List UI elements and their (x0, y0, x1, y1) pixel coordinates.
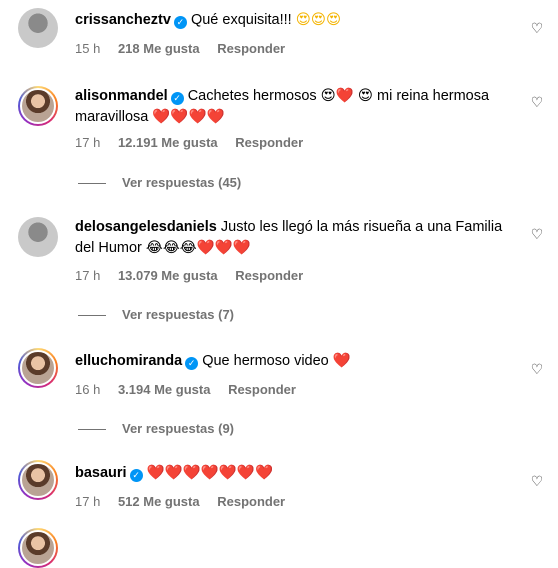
comment-text: ❤️❤️❤️❤️❤️❤️❤️ (146, 465, 274, 481)
verified-badge-icon: ✓ (170, 92, 184, 105)
verified-badge-icon: ✓ (185, 357, 199, 370)
replies-divider (78, 315, 106, 317)
view-replies-button[interactable]: Ver respuestas (7) (78, 307, 234, 322)
view-replies-button[interactable]: Ver respuestas (45) (78, 175, 241, 190)
heart-outline-icon[interactable]: ♡ (530, 227, 544, 241)
verified-badge-icon: ✓ (173, 16, 187, 29)
avatar[interactable] (18, 8, 58, 48)
likes-count[interactable]: 512 Me gusta (118, 494, 200, 509)
likes-count[interactable]: 13.079 Me gusta (118, 268, 218, 283)
comment-meta: 16 h 3.194 Me gusta Responder (75, 382, 310, 397)
timestamp[interactable]: 17 h (75, 494, 100, 509)
timestamp[interactable]: 16 h (75, 382, 100, 397)
username[interactable]: alisonmandel (75, 88, 168, 104)
reply-button[interactable]: Responder (217, 41, 285, 56)
comment-text: Que hermoso video ❤️ (202, 353, 351, 369)
heart-outline-icon[interactable]: ♡ (530, 362, 544, 376)
heart-outline-icon[interactable]: ♡ (530, 21, 544, 35)
heart-outline-icon[interactable]: ♡ (530, 95, 544, 109)
username[interactable]: basauri (75, 465, 127, 481)
comment-meta: 17 h 512 Me gusta Responder (75, 494, 299, 509)
username[interactable]: crissancheztv (75, 12, 171, 28)
heart-outline-icon[interactable]: ♡ (530, 474, 544, 488)
comment-meta: 17 h 13.079 Me gusta Responder (75, 268, 317, 283)
username[interactable]: delosangelesdaniels (75, 219, 217, 235)
timestamp[interactable]: 17 h (75, 135, 100, 150)
comment-meta: 15 h 218 Me gusta Responder (75, 41, 299, 56)
avatar[interactable] (18, 348, 58, 388)
avatar[interactable] (18, 460, 58, 500)
comment-meta: 17 h 12.191 Me gusta Responder (75, 135, 317, 150)
replies-divider (78, 183, 106, 185)
avatar[interactable] (18, 217, 58, 257)
likes-count[interactable]: 12.191 Me gusta (118, 135, 218, 150)
reply-button[interactable]: Responder (217, 494, 285, 509)
avatar[interactable] (18, 528, 58, 568)
reply-button[interactable]: Responder (235, 268, 303, 283)
comment-emojis: 😍😍😍 (295, 12, 342, 28)
view-replies-button[interactable]: Ver respuestas (9) (78, 421, 234, 436)
username[interactable]: elluchomiranda (75, 353, 182, 369)
comment-text: Qué exquisita!!! (190, 12, 292, 28)
avatar[interactable] (18, 86, 58, 126)
replies-divider (78, 429, 106, 431)
timestamp[interactable]: 15 h (75, 41, 100, 56)
timestamp[interactable]: 17 h (75, 268, 100, 283)
likes-count[interactable]: 218 Me gusta (118, 41, 200, 56)
likes-count[interactable]: 3.194 Me gusta (118, 382, 211, 397)
reply-button[interactable]: Responder (228, 382, 296, 397)
reply-button[interactable]: Responder (235, 135, 303, 150)
verified-badge-icon: ✓ (129, 469, 143, 482)
